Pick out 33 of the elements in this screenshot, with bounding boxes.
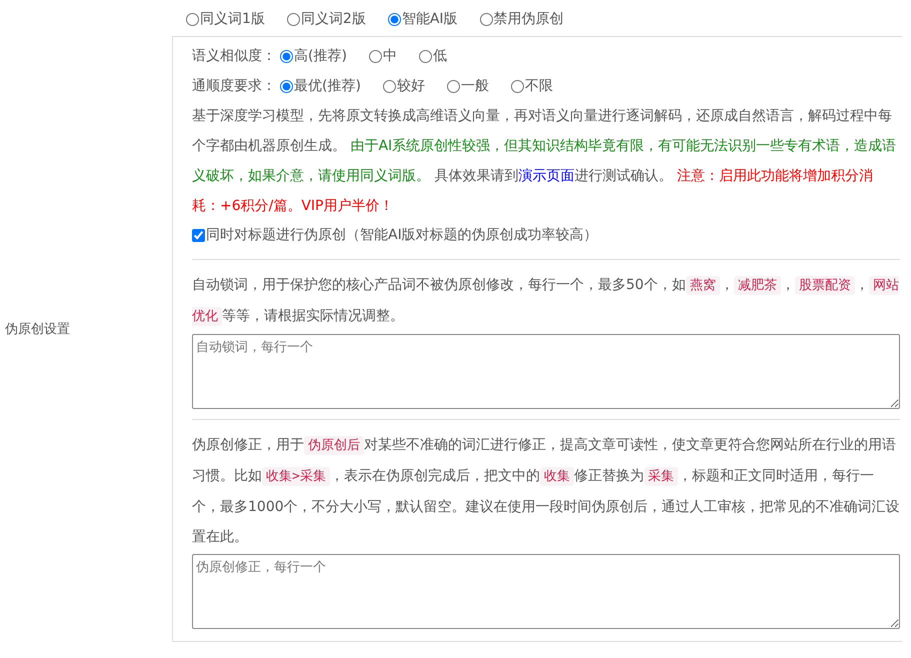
checkbox-label: 同时对标题进行伪原创（智能AI版对标题的伪原创成功率较高） (206, 226, 598, 244)
radio-button[interactable] (480, 12, 493, 26)
option-label: 不限 (524, 77, 553, 95)
option-label: 最优(推荐) (294, 77, 361, 95)
correction-text: 伪原创修正，用于 伪原创后 对某些不准确的词汇进行修正，提高文章可读性，使文章更符合您网站所在行业的用语习惯。比如 收集>采集 ，表示在伪原创完成后，把文中的 收集 修正替换为 采集 ，标题和正文同时适用，每行一个，最多1000个，不分大小写，默认留空。建议在使用一段时间伪原创后，通过人工审核，把常见的不准确词汇设置在此。 (192, 435, 900, 547)
radio-button[interactable] (368, 50, 382, 62)
radio-button[interactable] (286, 12, 300, 26)
radio-button[interactable] (382, 80, 396, 92)
correction-field[interactable]: 伪原创修正，每行一个 (192, 554, 900, 629)
description-text: 基于深度学习模型，先将原文转换成高维语义向量，再对语义向量进行逐词解码，还原成自然语言，解码过程中每个字都由机器原创生成。 由于AI系统原创性较强，但其知识结构毕竟有限，有可能无法识别一些专有术语，造成语义破坏，如果介意，请使用同义词版。 具体效果请到演示页面进行测试确认。 注意：启用此功能将增加积分消耗：+6积分/篇。VIP用户半价！ (192, 107, 898, 216)
section-label: 伪原创设置 (5, 321, 70, 338)
option-label: 一般 (460, 77, 489, 95)
option-label: 低 (432, 47, 447, 65)
option-label: 智能AI版 (402, 10, 458, 28)
radio-button[interactable] (280, 50, 293, 62)
option-label: 较好 (396, 77, 425, 95)
option-label: 禁用伪原创 (494, 10, 564, 28)
setting-label: 通顺度要求： (192, 77, 276, 95)
radio-button[interactable] (418, 50, 432, 62)
radio-button[interactable] (446, 80, 460, 92)
option-label: 中 (382, 47, 397, 65)
radio-button[interactable] (280, 80, 293, 92)
radio-button[interactable] (186, 12, 199, 26)
setting-label: 语义相似度： (192, 47, 276, 65)
lock-words-field[interactable]: 自动锁词，每行一个 (192, 334, 900, 409)
option-label: 高(推荐) (294, 47, 347, 65)
lock-words-text: 自动锁词，用于保护您的核心产品词不被伪原创修改，每行一个，最多50个，如 燕窝 ， 减肥茶 ， 股票配资 ， 网站优化 等等，请根据实际情况调整。 (192, 275, 900, 328)
radio-button[interactable] (510, 80, 524, 92)
option-label: 同义词1版 (200, 10, 265, 28)
radio-button[interactable] (388, 12, 401, 26)
option-label: 同义词2版 (300, 10, 366, 28)
demo-link[interactable]: 演示页面 (518, 168, 574, 184)
checkbox[interactable] (192, 228, 205, 242)
